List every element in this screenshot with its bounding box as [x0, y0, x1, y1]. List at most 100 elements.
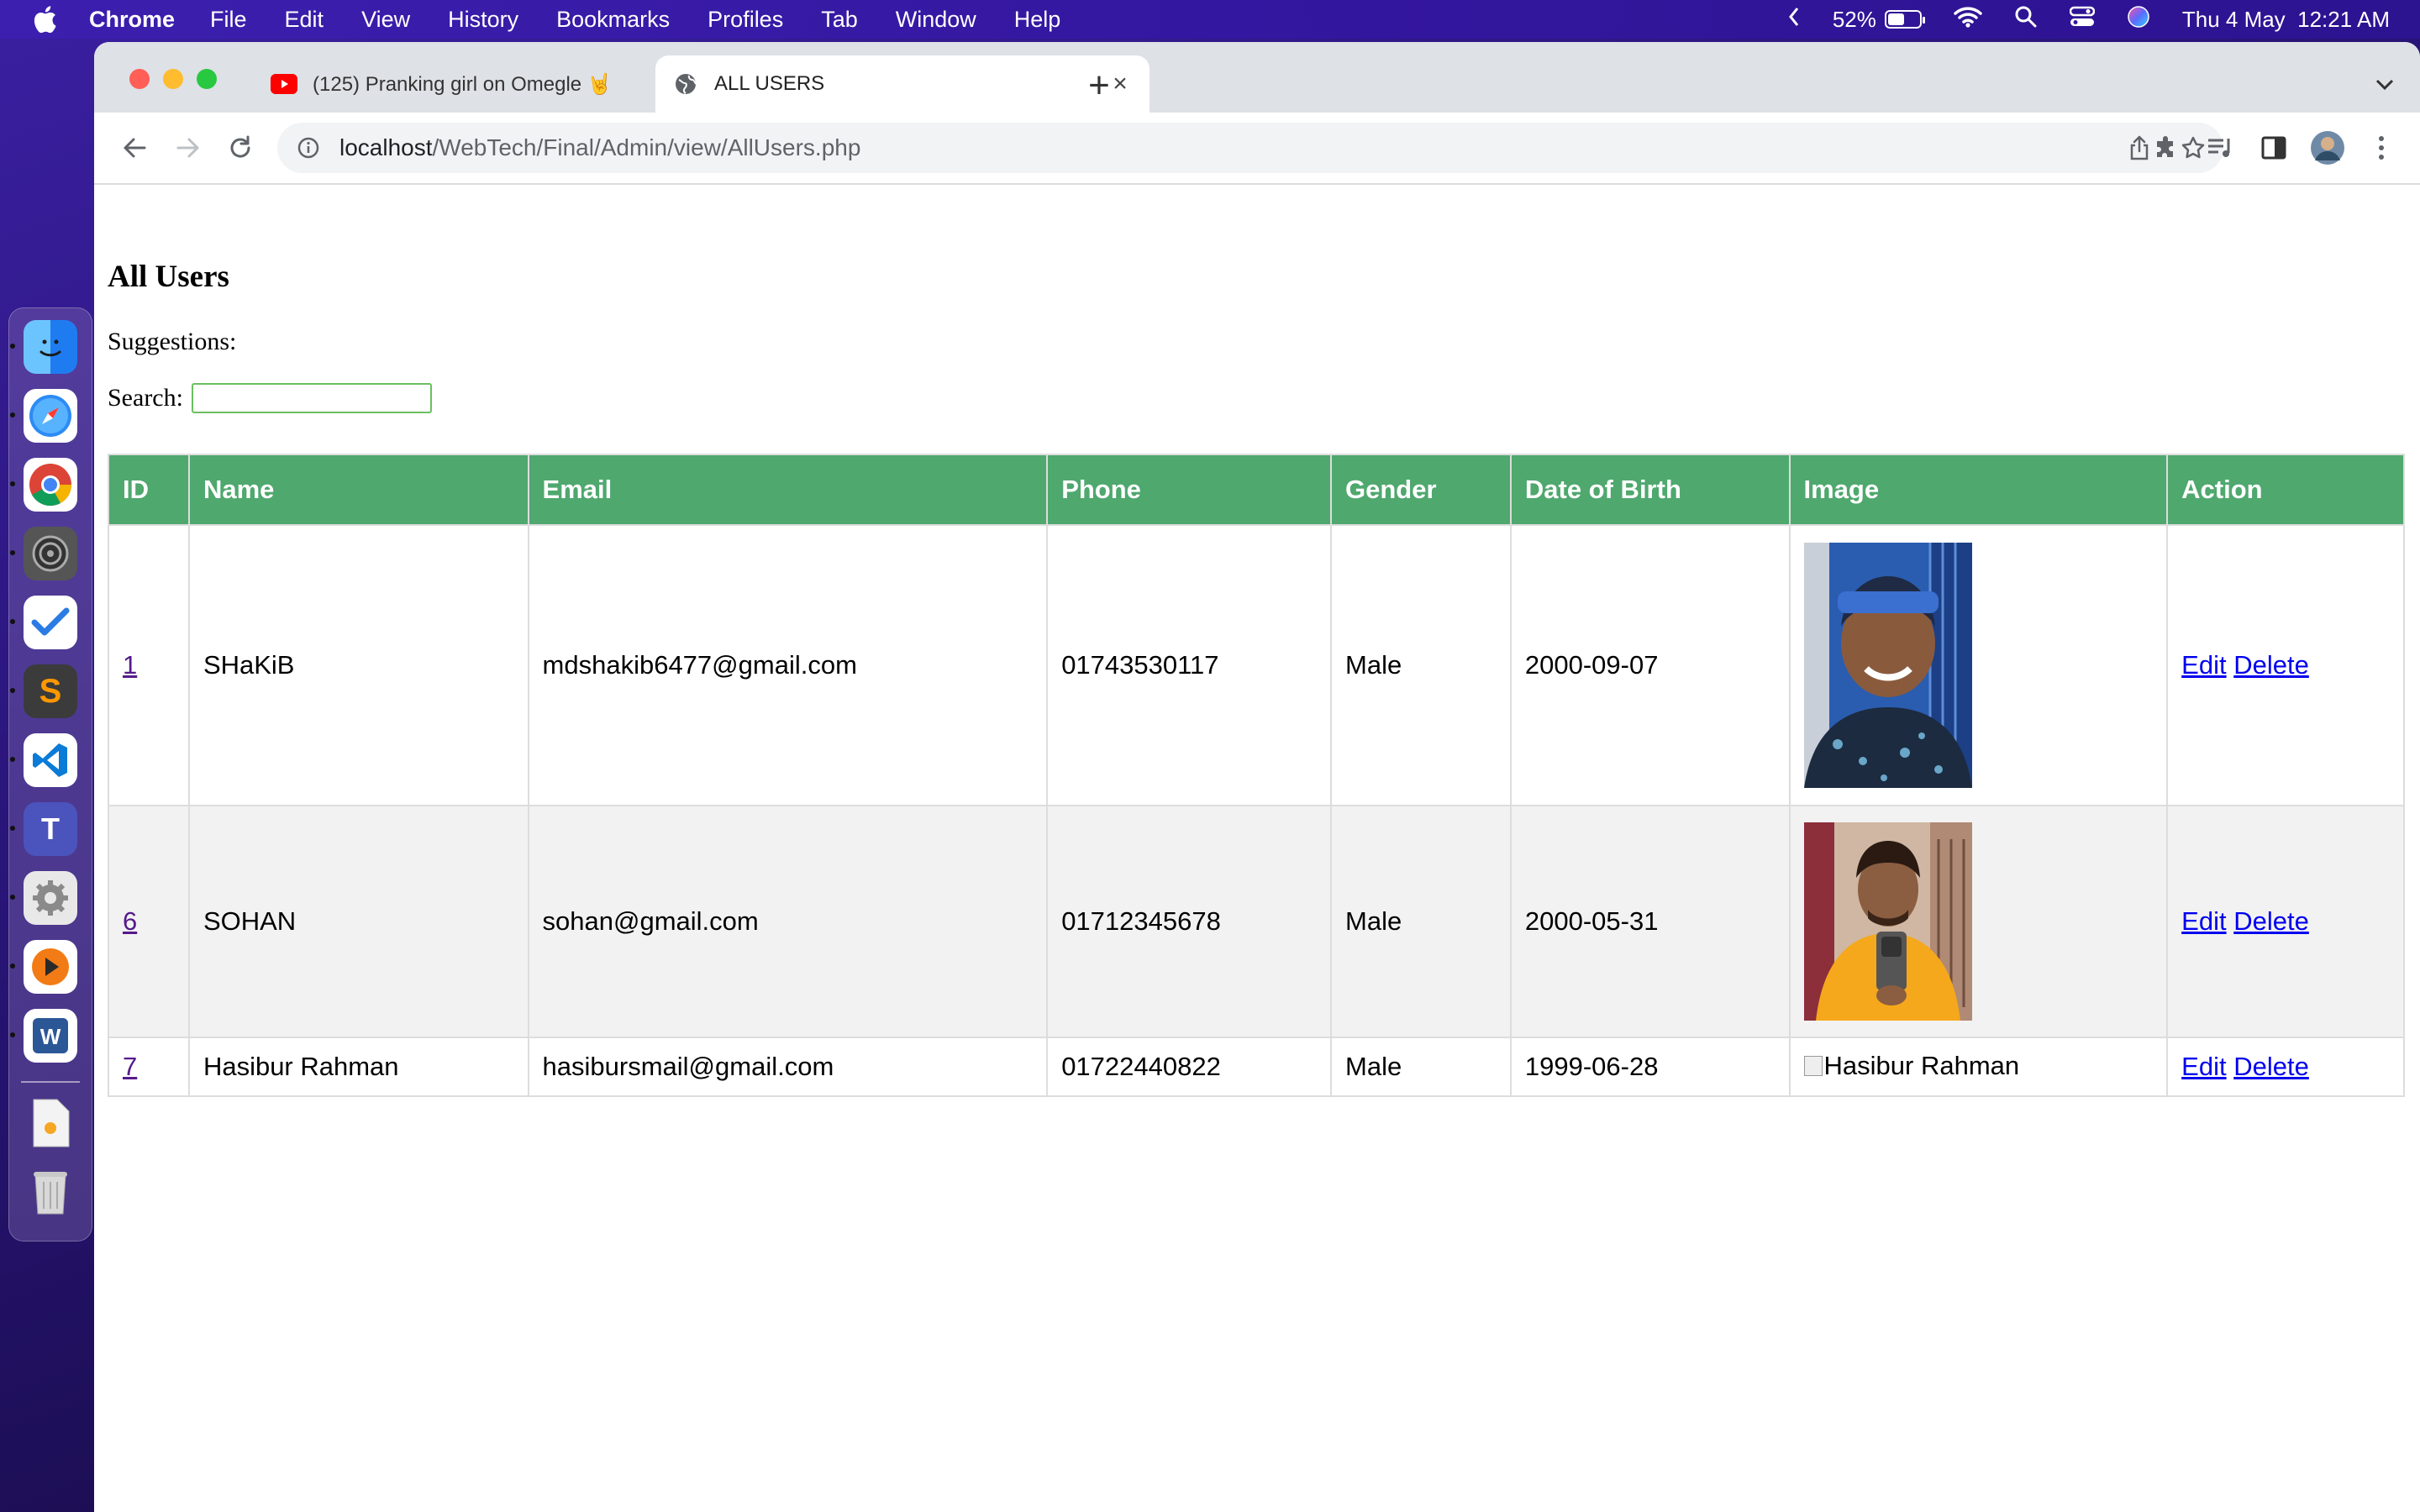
delete-link[interactable]: Delete: [2233, 1052, 2309, 1081]
menubar-app-name[interactable]: Chrome: [89, 7, 175, 33]
globe-icon: [672, 71, 699, 97]
menu-file[interactable]: File: [210, 7, 247, 33]
col-header-name: Name: [187, 454, 529, 526]
side-panel-icon[interactable]: [2255, 129, 2292, 166]
search-row: Search:: [108, 383, 432, 413]
col-header-email: Email: [527, 454, 1049, 526]
cell-id: 7: [108, 1037, 190, 1097]
chrome-menu-icon[interactable]: [2363, 129, 2400, 166]
delete-link[interactable]: Delete: [2233, 650, 2309, 680]
table-row: 6 SOHAN sohan@gmail.com 01712345678 Male…: [108, 805, 2405, 1038]
user-photo: [1803, 822, 1972, 1021]
tab-search-chevron-icon[interactable]: [2368, 67, 2402, 101]
dock-separator: [21, 1081, 80, 1083]
edit-link[interactable]: Edit: [2181, 1052, 2226, 1081]
cell-action: Edit Delete: [2166, 524, 2405, 806]
trash-icon[interactable]: [24, 1165, 77, 1219]
user-id-link[interactable]: 6: [123, 906, 137, 936]
youtube-icon: [271, 71, 297, 97]
menubar-datetime[interactable]: Thu 4 May 12:21 AM: [2182, 7, 2390, 33]
window-close-button[interactable]: [129, 69, 150, 89]
menu-help[interactable]: Help: [1014, 7, 1061, 33]
table-header-row: ID Name Email Phone Gender Date of Birth…: [108, 454, 2405, 526]
window-zoom-button[interactable]: [197, 69, 217, 89]
user-id-link[interactable]: 7: [123, 1052, 137, 1081]
cell-id: 1: [108, 524, 190, 806]
battery-status[interactable]: 52%: [1833, 7, 1925, 33]
menu-edit[interactable]: Edit: [285, 7, 324, 33]
broken-image-icon: Hasibur Rahman: [1803, 1051, 2020, 1081]
tab-all-users[interactable]: ALL USERS ×: [655, 55, 1150, 113]
cell-id: 6: [108, 805, 190, 1038]
chrome-icon[interactable]: [10, 458, 77, 512]
tab-title: (125) Pranking girl on Omegle 🤘: [313, 72, 613, 96]
menu-profiles[interactable]: Profiles: [708, 7, 783, 33]
control-center-icon[interactable]: [2069, 6, 2096, 34]
reload-button[interactable]: [222, 129, 259, 166]
search-input[interactable]: [191, 383, 432, 413]
image-alt-text: Hasibur Rahman: [1823, 1051, 2020, 1080]
forward-button[interactable]: [170, 129, 207, 166]
col-header-id: ID: [108, 454, 190, 526]
user-photo: [1803, 543, 1972, 788]
menu-tab[interactable]: Tab: [821, 7, 858, 33]
finder-icon[interactable]: [10, 320, 77, 374]
table-row: 1 SHaKiB mdshakib6477@gmail.com 01743530…: [108, 524, 2405, 806]
spotlight-search-icon[interactable]: [2014, 5, 2038, 34]
battery-icon: [1884, 10, 1925, 29]
url-host: localhost: [339, 134, 433, 160]
edit-link[interactable]: Edit: [2181, 906, 2226, 936]
cell-dob: 2000-09-07: [1509, 524, 1791, 806]
menubar-chevron-left-icon[interactable]: [1787, 6, 1801, 34]
page-title: All Users: [108, 260, 229, 294]
cell-email: sohan@gmail.com: [527, 805, 1049, 1038]
settings-gear-icon[interactable]: [10, 871, 77, 925]
window-minimize-button[interactable]: [163, 69, 183, 89]
page-content: All Users Suggestions: Search: ID Name E…: [94, 185, 2420, 1512]
chrome-window: (125) Pranking girl on Omegle 🤘 × ALL US…: [94, 42, 2420, 1512]
cell-gender: Male: [1330, 1037, 1512, 1097]
menu-view[interactable]: View: [361, 7, 410, 33]
search-label: Search:: [108, 384, 183, 412]
word-icon[interactable]: W: [10, 1009, 77, 1063]
menu-history[interactable]: History: [448, 7, 518, 33]
safari-icon[interactable]: [10, 389, 77, 443]
extensions-icon[interactable]: [2148, 129, 2185, 166]
site-info-icon[interactable]: [294, 134, 323, 162]
delete-link[interactable]: Delete: [2233, 906, 2309, 936]
profile-avatar[interactable]: [2309, 129, 2346, 166]
cell-image: Hasibur Rahman: [1788, 1037, 2169, 1097]
address-bar[interactable]: localhost/WebTech/Final/Admin/view/AllUs…: [277, 123, 2223, 173]
user-id-link[interactable]: 1: [123, 650, 137, 680]
col-header-gender: Gender: [1330, 454, 1512, 526]
cell-image: [1788, 524, 2169, 806]
cell-image: [1788, 805, 2169, 1038]
tab-strip: (125) Pranking girl on Omegle 🤘 × ALL US…: [94, 42, 2420, 113]
vscode-icon[interactable]: [10, 733, 77, 787]
users-table: ID Name Email Phone Gender Date of Birth…: [108, 454, 2405, 1097]
cell-email: mdshakib6477@gmail.com: [527, 524, 1049, 806]
system-settings-icon[interactable]: [10, 527, 77, 580]
wifi-icon[interactable]: [1954, 6, 1982, 34]
svg-text:W: W: [40, 1024, 61, 1049]
cell-phone: 01722440822: [1046, 1037, 1332, 1097]
document-icon[interactable]: [24, 1096, 77, 1150]
cell-phone: 01743530117: [1046, 524, 1332, 806]
suggestions-label: Suggestions:: [108, 328, 237, 355]
edit-link[interactable]: Edit: [2181, 650, 2226, 680]
url-path: /WebTech/Final/Admin/view/AllUsers.php: [432, 134, 861, 160]
back-button[interactable]: [116, 129, 153, 166]
teams-icon[interactable]: T: [10, 802, 77, 856]
apple-menu-icon[interactable]: [32, 5, 60, 34]
table-row: 7 Hasibur Rahman hasibursmail@gmail.com …: [108, 1037, 2405, 1097]
macos-menu-bar: Chrome File Edit View History Bookmarks …: [0, 0, 2420, 39]
media-player-icon[interactable]: [10, 940, 77, 994]
menu-bookmarks[interactable]: Bookmarks: [556, 7, 670, 33]
media-control-icon[interactable]: [2202, 129, 2238, 166]
new-tab-button[interactable]: +: [1079, 65, 1119, 106]
sublime-text-icon[interactable]: S: [10, 664, 77, 718]
cell-dob: 1999-06-28: [1509, 1037, 1791, 1097]
menu-window[interactable]: Window: [896, 7, 976, 33]
tasks-icon[interactable]: [10, 596, 77, 649]
siri-icon[interactable]: [2127, 5, 2150, 34]
